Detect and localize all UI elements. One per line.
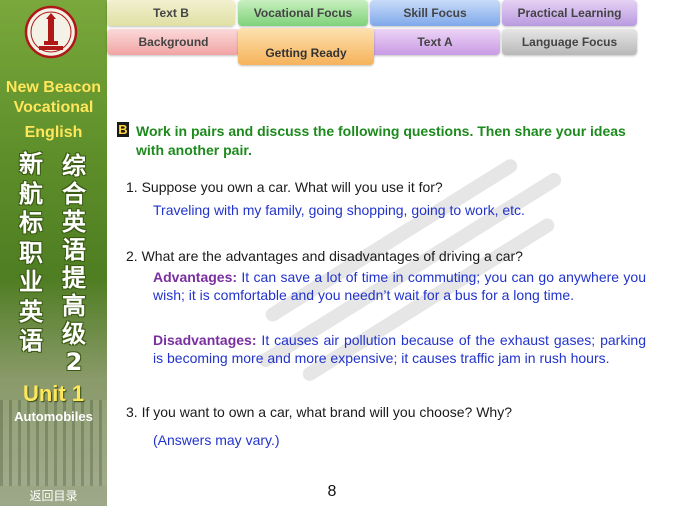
answer-2-advantages: Advantages: It can save a lot of time in…	[153, 268, 646, 304]
cn-title-char: 高	[62, 292, 86, 320]
series-title-line-3: English	[24, 124, 83, 141]
cn-title-char: 语	[62, 236, 86, 264]
cn-title-char: 语	[19, 327, 43, 355]
page-number: 8	[327, 483, 337, 500]
sidebar: New Beacon Vocational English 新 航 标 职 业 …	[0, 0, 107, 506]
cn-title-char: 新	[19, 150, 43, 178]
tab-background[interactable]: Background	[107, 29, 240, 55]
cn-title-char: 英	[19, 297, 43, 326]
tab-getting-ready[interactable]: Getting Ready	[238, 28, 374, 65]
series-title-line-1: New Beacon	[5, 79, 102, 96]
cn-title-char: 业	[19, 268, 43, 296]
cn-title-char: 英	[62, 208, 86, 236]
series-title-line-2: Vocational	[13, 99, 94, 116]
tab-vocational-focus[interactable]: Vocational Focus	[238, 0, 368, 26]
question-1: 1. Suppose you own a car. What will you …	[126, 179, 443, 195]
answer-1: Traveling with my family, going shopping…	[153, 202, 525, 218]
answer-3: (Answers may vary.)	[153, 432, 280, 448]
tab-skill-focus[interactable]: Skill Focus	[370, 0, 500, 26]
instruction-text: Work in pairs and discuss the following …	[136, 123, 626, 158]
cn-title-char: 航	[19, 179, 43, 208]
cn-title-right: 综 合 英 语 提 高 级 2	[58, 152, 90, 376]
answer-2-disadvantages: Disadvantages: It causes air pollution b…	[153, 331, 646, 367]
disadvantages-label: Disadvantages:	[153, 332, 257, 348]
cn-title-char: 2	[65, 348, 83, 376]
unit-subtitle: Automobiles	[14, 409, 93, 424]
cn-title-char: 级	[62, 320, 86, 348]
question-3: 3. If you want to own a car, what brand …	[126, 404, 512, 420]
cn-title-char: 合	[62, 180, 86, 208]
tab-language-focus[interactable]: Language Focus	[502, 29, 637, 55]
question-2: 2. What are the advantages and disadvant…	[126, 248, 523, 264]
cn-title-left: 新 航 标 职 业 英 语	[15, 150, 47, 357]
back-to-contents-link[interactable]: 返回目录	[0, 487, 107, 504]
lighthouse-logo-icon	[24, 5, 78, 59]
section-letter: B	[117, 122, 129, 137]
advantages-label: Advantages:	[153, 269, 238, 285]
cn-title-char: 综	[62, 152, 86, 180]
cn-title-char: 标	[19, 209, 43, 237]
tab-text-a[interactable]: Text A	[370, 29, 500, 55]
unit-title: Unit 1	[22, 381, 85, 406]
cn-title-char: 提	[62, 264, 86, 292]
cn-title-char: 职	[19, 238, 43, 267]
tab-practical-learning[interactable]: Practical Learning	[502, 0, 637, 26]
tab-text-b[interactable]: Text B	[107, 0, 235, 26]
